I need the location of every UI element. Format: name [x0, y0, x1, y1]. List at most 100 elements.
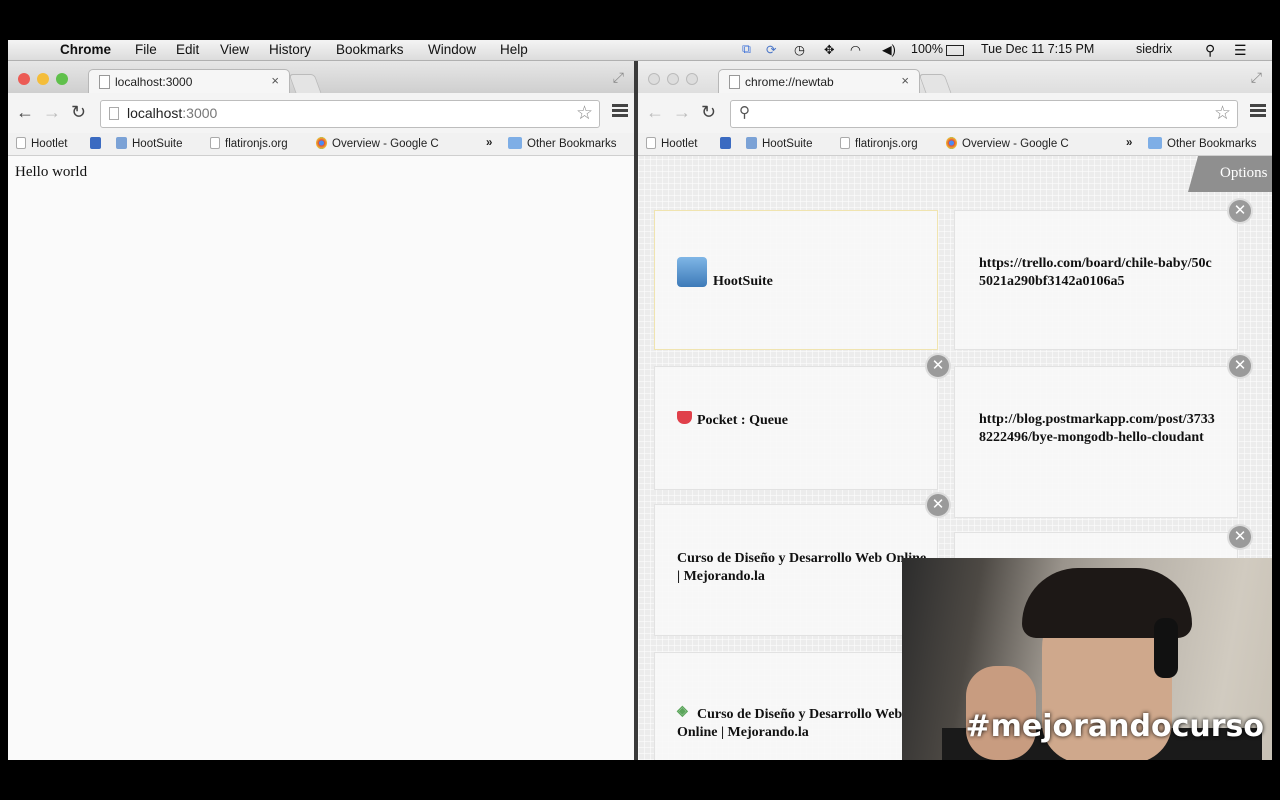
- back-button[interactable]: ←: [646, 102, 664, 123]
- battery-icon[interactable]: [946, 45, 964, 56]
- search-icon: ⚲: [739, 104, 750, 121]
- app-menu[interactable]: Chrome: [60, 42, 111, 57]
- address-bar[interactable]: ⚲ ☆: [730, 100, 1238, 128]
- options-button[interactable]: Options: [1188, 156, 1272, 192]
- hootsuite-icon: [677, 257, 707, 287]
- close-icon[interactable]: ✕: [927, 494, 949, 516]
- zoom-window-button[interactable]: [56, 73, 68, 85]
- most-visited-tile[interactable]: Pocket : Queue: [654, 366, 938, 490]
- bookmark-flatironjs[interactable]: flatironjs.org: [210, 137, 288, 150]
- bookmark-flatironjs[interactable]: flatironjs.org: [840, 137, 918, 150]
- menu-bar: Chrome File Edit View History Bookmarks …: [8, 40, 1272, 61]
- most-visited-tile[interactable]: HootSuite: [654, 210, 938, 350]
- address-bar[interactable]: localhost:3000 ☆: [100, 100, 600, 128]
- webcam-overlay: #mejorandocurso: [902, 558, 1272, 760]
- fullscreen-icon[interactable]: ⤢: [613, 69, 624, 86]
- new-tab-button[interactable]: [918, 74, 952, 93]
- reload-button[interactable]: ↻: [71, 102, 86, 123]
- bookmark-star-icon[interactable]: ☆: [576, 102, 593, 125]
- sync-icon[interactable]: ⟳: [766, 42, 776, 57]
- bookmarks-overflow-button[interactable]: »: [1126, 137, 1132, 149]
- tab-localhost[interactable]: localhost:3000 ×: [88, 69, 290, 94]
- headphones: [1154, 618, 1178, 678]
- hashtag-overlay: #mejorandocurso: [965, 709, 1264, 744]
- close-window-button[interactable]: [18, 73, 30, 85]
- url-text: localhost:3000: [127, 105, 218, 121]
- notification-center-icon[interactable]: ☰: [1234, 42, 1247, 59]
- minimize-window-button[interactable]: [667, 73, 679, 85]
- menu-edit[interactable]: Edit: [176, 42, 199, 57]
- tile-title: http://blog.postmarkapp.com/post/3733822…: [979, 412, 1215, 445]
- chrome-logo-icon: [946, 137, 957, 149]
- bookmarks-overflow-button[interactable]: »: [486, 137, 492, 149]
- menu-history[interactable]: History: [269, 42, 311, 57]
- most-visited-tile[interactable]: https://trello.com/board/chile-baby/50c5…: [954, 210, 1238, 350]
- tile-title: https://trello.com/board/chile-baby/50c5…: [979, 256, 1212, 289]
- page-text: Hello world: [15, 164, 88, 180]
- most-visited-tile[interactable]: ◈ Curso de Diseño y Desarrollo Web Onlin…: [654, 652, 938, 760]
- close-window-button[interactable]: [648, 73, 660, 85]
- close-icon[interactable]: ✕: [1229, 355, 1251, 377]
- bluetooth-icon[interactable]: ✥: [824, 42, 834, 57]
- bookmark-hootsuite[interactable]: HootSuite: [116, 137, 183, 150]
- close-icon[interactable]: ✕: [1229, 200, 1251, 222]
- extension-icon: [720, 137, 731, 149]
- menu-view[interactable]: View: [220, 42, 249, 57]
- desktop-screen: Chrome File Edit View History Bookmarks …: [8, 40, 1272, 760]
- reload-button[interactable]: ↻: [701, 102, 716, 123]
- close-icon[interactable]: ✕: [927, 355, 949, 377]
- bookmark-hootsuite-ext[interactable]: [720, 137, 736, 150]
- tab-title: chrome://newtab: [745, 75, 834, 89]
- toolbar: ← → ↻ ⚲ ☆: [638, 93, 1272, 133]
- dropbox-icon[interactable]: ⧉: [742, 42, 751, 57]
- menu-window[interactable]: Window: [428, 42, 476, 57]
- most-visited-tile[interactable]: Curso de Diseño y Desarrollo Web Online …: [654, 504, 938, 636]
- tab-title: localhost:3000: [115, 75, 193, 89]
- back-button[interactable]: ←: [16, 102, 34, 123]
- tab-close-button[interactable]: ×: [271, 73, 279, 88]
- wifi-icon[interactable]: ◠: [850, 42, 861, 57]
- toolbar: ← → ↻ localhost:3000 ☆: [8, 93, 634, 133]
- most-visited-tile[interactable]: http://blog.postmarkapp.com/post/3733822…: [954, 366, 1238, 518]
- menu-file[interactable]: File: [135, 42, 157, 57]
- tab-newtab[interactable]: chrome://newtab ×: [718, 69, 920, 94]
- page-icon: [729, 75, 740, 89]
- chrome-menu-icon[interactable]: [1250, 104, 1266, 118]
- page-icon: [646, 137, 656, 149]
- chrome-menu-icon[interactable]: [612, 104, 628, 118]
- tile-title: Curso de Diseño y Desarrollo Web Online …: [677, 707, 903, 740]
- volume-icon[interactable]: ◀): [882, 42, 896, 57]
- forward-button[interactable]: →: [673, 102, 691, 123]
- forward-button[interactable]: →: [43, 102, 61, 123]
- hootsuite-icon: [746, 137, 757, 149]
- tab-close-button[interactable]: ×: [901, 73, 909, 88]
- other-bookmarks-folder[interactable]: Other Bookmarks: [1148, 137, 1256, 150]
- bookmark-overview-google[interactable]: Overview - Google C: [316, 137, 439, 150]
- bookmark-overview-google[interactable]: Overview - Google C: [946, 137, 1069, 150]
- close-icon[interactable]: ✕: [1229, 526, 1251, 548]
- tab-strip: localhost:3000 × ⤢: [8, 61, 634, 94]
- tile-title: HootSuite: [713, 274, 773, 289]
- other-bookmarks-folder[interactable]: Other Bookmarks: [508, 137, 616, 150]
- minimize-window-button[interactable]: [37, 73, 49, 85]
- new-tab-button[interactable]: [288, 74, 322, 93]
- tab-strip: chrome://newtab × ⤢: [638, 61, 1272, 94]
- hootsuite-icon: [116, 137, 127, 149]
- menu-help[interactable]: Help: [500, 42, 528, 57]
- pocket-icon: [677, 411, 692, 424]
- time-machine-icon[interactable]: ◷: [794, 42, 805, 57]
- spotlight-icon[interactable]: ⚲: [1205, 42, 1215, 59]
- tile-title: Pocket : Queue: [697, 413, 788, 428]
- bookmark-hootsuite-ext[interactable]: [90, 137, 106, 150]
- bookmark-hootsuite[interactable]: HootSuite: [746, 137, 813, 150]
- page-icon: [16, 137, 26, 149]
- bookmark-hootlet[interactable]: Hootlet: [16, 137, 67, 150]
- user-name[interactable]: siedrix: [1136, 42, 1172, 56]
- clock[interactable]: Tue Dec 11 7:15 PM: [981, 42, 1094, 56]
- menu-bookmarks[interactable]: Bookmarks: [336, 42, 404, 57]
- fullscreen-icon[interactable]: ⤢: [1251, 69, 1262, 86]
- bookmark-star-icon[interactable]: ☆: [1214, 102, 1231, 125]
- battery-percent: 100%: [911, 42, 943, 56]
- zoom-window-button[interactable]: [686, 73, 698, 85]
- bookmark-hootlet[interactable]: Hootlet: [646, 137, 697, 150]
